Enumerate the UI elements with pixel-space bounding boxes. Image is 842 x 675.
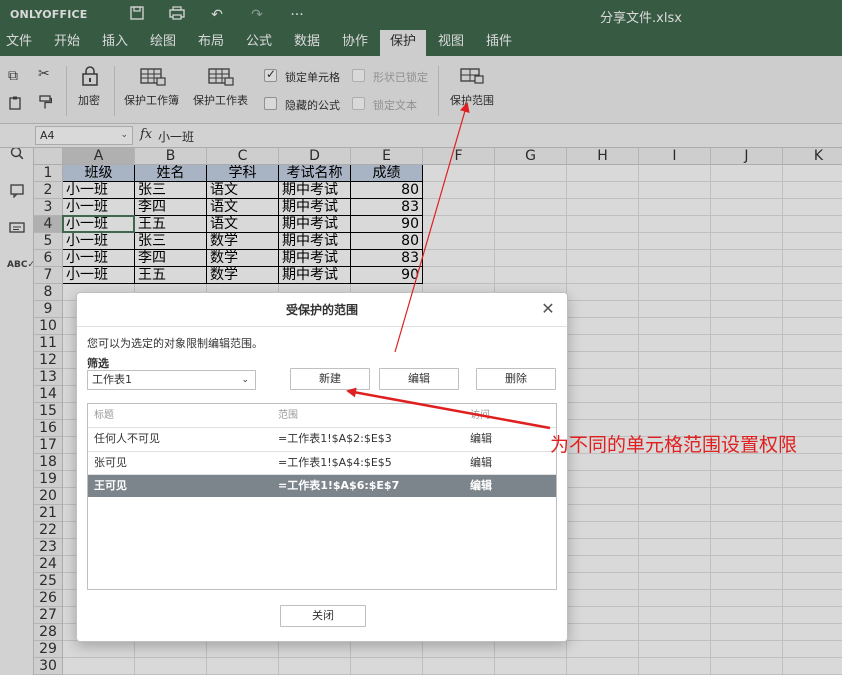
annotation-arrows <box>346 102 551 430</box>
annotation-text: 为不同的单元格范围设置权限 <box>550 434 798 456</box>
arrow-to-new-button <box>346 387 551 430</box>
arrow-to-protect-range <box>394 102 470 353</box>
